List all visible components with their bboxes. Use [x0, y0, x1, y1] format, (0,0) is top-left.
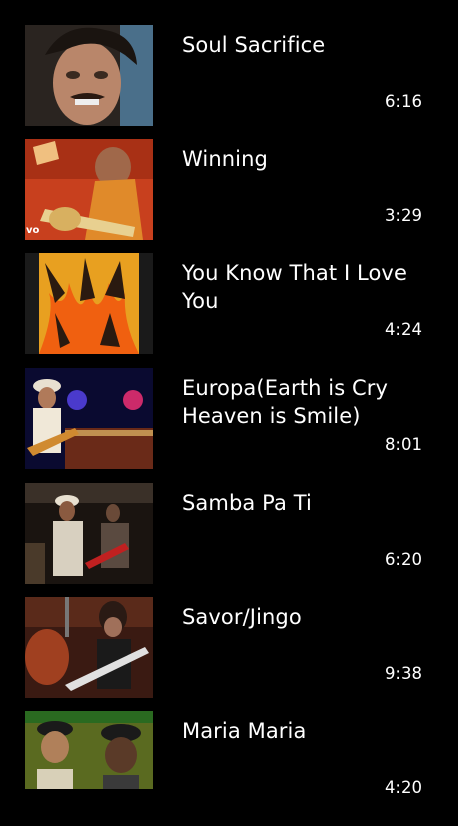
duet-singers-image [25, 711, 153, 789]
live-performance-image [25, 483, 153, 584]
guitarist-stage-image [25, 139, 153, 240]
face-closeup-image [25, 25, 153, 126]
track-thumbnail [25, 253, 153, 354]
track-item[interactable]: Europa(Earth is Cry Heaven is Smile) 8:0… [0, 368, 458, 483]
track-thumbnail [25, 597, 153, 698]
track-item[interactable]: Samba Pa Ti 6:20 [0, 483, 458, 598]
track-thumbnail: vo [25, 139, 153, 240]
track-duration: 4:20 [384, 778, 422, 797]
track-item[interactable]: You Know That I Love You 4:24 [0, 253, 458, 368]
track-item[interactable]: Maria Maria 4:20 [0, 711, 458, 826]
track-title: Winning [182, 147, 268, 171]
track-title: Europa(Earth is Cry Heaven is Smile) [182, 376, 389, 428]
track-title: You Know That I Love You [182, 261, 407, 313]
track-thumbnail [25, 711, 153, 789]
track-duration: 6:20 [384, 550, 422, 569]
track-duration: 4:24 [384, 320, 422, 339]
track-duration: 8:01 [384, 435, 422, 454]
track-thumbnail [25, 483, 153, 584]
track-title: Savor/Jingo [182, 605, 302, 629]
track-thumbnail [25, 25, 153, 126]
track-item[interactable]: Soul Sacrifice 6:16 [0, 25, 458, 140]
flame-artwork-image [25, 253, 153, 354]
vevo-watermark: vo [26, 225, 40, 236]
track-item[interactable]: vo Winning 3:29 [0, 139, 458, 254]
concert-band-image [25, 368, 153, 469]
track-thumbnail [25, 368, 153, 469]
track-title: Maria Maria [182, 719, 307, 743]
track-item[interactable]: Savor/Jingo 9:38 [0, 597, 458, 712]
track-title: Samba Pa Ti [182, 491, 312, 515]
track-duration: 6:16 [384, 92, 422, 111]
track-duration: 9:38 [384, 664, 422, 683]
track-duration: 3:29 [384, 206, 422, 225]
guitar-solo-image [25, 597, 153, 698]
track-title: Soul Sacrifice [182, 33, 326, 57]
